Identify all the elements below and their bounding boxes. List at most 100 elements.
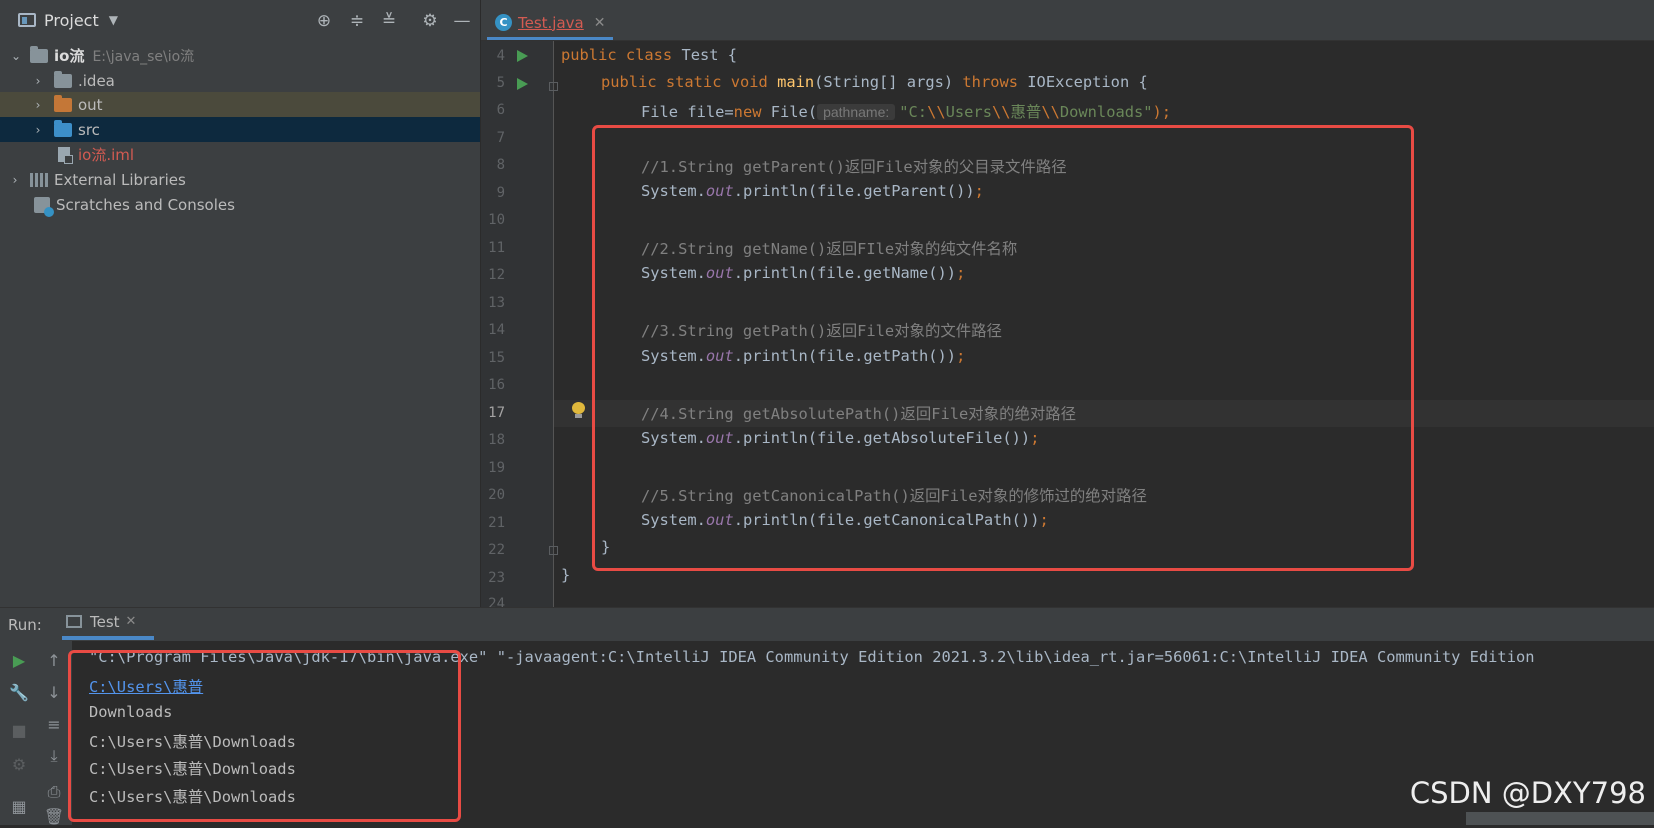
parameter-hint: pathname: bbox=[817, 104, 896, 120]
code-token: public class bbox=[561, 46, 682, 64]
line-number: 15 bbox=[488, 350, 505, 366]
code-token: File( bbox=[770, 103, 818, 121]
chevron-down-icon[interactable]: ▼ bbox=[109, 13, 118, 27]
code-token: "C: bbox=[899, 103, 928, 121]
tree-item-idea[interactable]: › .idea bbox=[0, 68, 480, 93]
line-number: 8 bbox=[496, 157, 505, 173]
chevron-right-icon[interactable]: › bbox=[32, 98, 44, 112]
line-number: 22 bbox=[488, 542, 505, 558]
code-line-6[interactable]: File file=new File(pathname: "C:\\Users\\… bbox=[641, 100, 1171, 122]
rerun-icon[interactable]: ▶ bbox=[7, 650, 31, 672]
fold-icon[interactable] bbox=[549, 82, 558, 91]
line-number: 5 bbox=[496, 75, 505, 91]
project-header: Project ▼ bbox=[0, 0, 480, 40]
tree-item-label: io流.iml bbox=[78, 146, 135, 164]
code-line-4[interactable]: public class Test { bbox=[561, 46, 737, 64]
tree-item-label: out bbox=[78, 95, 103, 114]
close-icon[interactable]: ✕ bbox=[594, 15, 606, 31]
line-number: 18 bbox=[488, 432, 505, 448]
line-number: 14 bbox=[488, 322, 505, 338]
tree-item-label: .idea bbox=[78, 71, 115, 90]
gear-icon[interactable]: ⚙ bbox=[7, 754, 31, 776]
stop-icon[interactable]: ■ bbox=[7, 720, 31, 742]
line-number: 24 bbox=[488, 596, 505, 607]
code-token: File file= bbox=[641, 103, 734, 121]
tree-item-label: External Libraries bbox=[54, 170, 186, 189]
code-token: \\ bbox=[991, 103, 1011, 121]
tab-test-java[interactable]: C Test.java ✕ bbox=[487, 8, 614, 40]
tree-item-label: io流 bbox=[54, 47, 85, 65]
code-token: public static void bbox=[601, 73, 778, 91]
print-icon[interactable]: ⎙ bbox=[42, 781, 66, 803]
line-number: 23 bbox=[488, 570, 505, 586]
line-number: 19 bbox=[488, 460, 505, 476]
module-file-icon bbox=[58, 147, 73, 164]
run-class-icon[interactable] bbox=[517, 50, 528, 62]
minimize-icon[interactable]: — bbox=[452, 11, 472, 31]
code-line-23[interactable]: } bbox=[561, 566, 570, 584]
run-main-icon[interactable] bbox=[517, 78, 528, 90]
tree-item-label: src bbox=[78, 120, 100, 139]
tree-item-src[interactable]: › src bbox=[0, 117, 480, 142]
console-icon bbox=[66, 615, 82, 628]
library-icon bbox=[30, 172, 48, 187]
line-number: 12 bbox=[488, 267, 505, 283]
expand-all-icon[interactable]: ≑ bbox=[347, 11, 367, 31]
lightbulb-icon[interactable] bbox=[572, 402, 585, 418]
tree-item-iml[interactable]: io流.iml bbox=[0, 142, 480, 167]
tree-item-scratches[interactable]: Scratches and Consoles bbox=[0, 192, 480, 217]
scroll-to-end-icon[interactable]: ⤓ bbox=[42, 745, 66, 767]
project-title[interactable]: Project bbox=[44, 11, 99, 30]
horizontal-scrollbar[interactable] bbox=[1466, 812, 1654, 825]
line-number: 21 bbox=[488, 515, 505, 531]
gear-icon[interactable]: ⚙ bbox=[420, 11, 440, 31]
excluded-folder-icon bbox=[54, 94, 72, 112]
tree-item-module[interactable]: ⌄ io流 E:\java_se\io流 bbox=[0, 43, 480, 68]
line-number: 10 bbox=[488, 212, 505, 228]
tab-label: Test.java bbox=[518, 13, 584, 32]
chevron-down-icon[interactable]: ⌄ bbox=[10, 49, 22, 63]
arrow-up-icon[interactable]: ↑ bbox=[42, 650, 66, 672]
highlight-box-code bbox=[592, 125, 1414, 571]
fold-icon[interactable] bbox=[549, 546, 558, 555]
code-token: \\ bbox=[1041, 103, 1060, 121]
line-number: 4 bbox=[496, 48, 505, 64]
chevron-right-icon[interactable]: › bbox=[32, 74, 44, 88]
tree-item-label: Scratches and Consoles bbox=[56, 195, 235, 214]
code-token: IOException { bbox=[1027, 73, 1148, 91]
close-icon[interactable]: ✕ bbox=[126, 614, 137, 629]
wrench-icon[interactable]: 🔧 bbox=[7, 682, 31, 704]
run-tool-header bbox=[0, 607, 1654, 641]
code-token: Test { bbox=[681, 46, 738, 64]
run-tab-test[interactable]: Test ✕ bbox=[62, 607, 154, 640]
line-number: 6 bbox=[496, 102, 505, 118]
module-folder-icon bbox=[30, 45, 48, 63]
line-number: 13 bbox=[488, 295, 505, 311]
run-label: Run: bbox=[8, 616, 42, 634]
line-number: 9 bbox=[496, 185, 505, 201]
source-folder-icon bbox=[54, 119, 72, 137]
code-token: (String[] args) bbox=[814, 73, 963, 91]
chevron-right-icon[interactable]: › bbox=[9, 173, 21, 187]
soft-wrap-icon[interactable]: ≡ bbox=[42, 714, 66, 736]
code-token: Downloads" bbox=[1059, 103, 1153, 121]
chevron-right-icon[interactable]: › bbox=[32, 123, 44, 137]
line-number: 20 bbox=[488, 487, 505, 503]
code-line-5[interactable]: public static void main(String[] args) t… bbox=[601, 73, 1148, 91]
collapse-all-icon[interactable]: ≚ bbox=[379, 11, 399, 31]
code-token: new bbox=[733, 103, 771, 121]
code-token: ); bbox=[1152, 103, 1172, 121]
code-token: main bbox=[777, 73, 815, 91]
code-token: \\ bbox=[927, 103, 946, 121]
highlight-box-console bbox=[68, 650, 461, 822]
layout-icon[interactable]: ▦ bbox=[7, 796, 31, 818]
locate-icon[interactable]: ⊕ bbox=[314, 11, 334, 31]
tree-item-external-libraries[interactable]: › External Libraries bbox=[0, 167, 480, 192]
folder-icon bbox=[54, 70, 72, 88]
arrow-down-icon[interactable]: ↓ bbox=[42, 682, 66, 704]
java-class-icon: C bbox=[495, 14, 512, 31]
tab-label: Test bbox=[90, 612, 120, 631]
line-number: 11 bbox=[488, 240, 505, 256]
line-number-current: 17 bbox=[488, 405, 505, 421]
tree-item-out[interactable]: › out bbox=[0, 92, 480, 117]
